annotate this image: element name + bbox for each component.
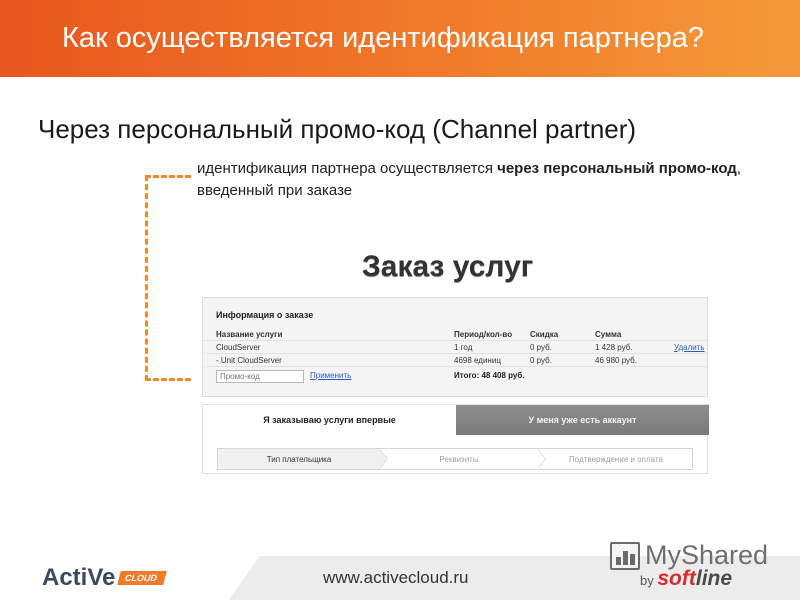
- order-heading: Заказ услуг: [362, 250, 534, 283]
- service-name: - Unit CloudServer: [216, 356, 282, 365]
- softline-line: line: [695, 567, 733, 590]
- order-info-title: Информация о заказе: [216, 310, 314, 320]
- column-header-name: Название услуги: [216, 330, 283, 339]
- logo-cloud-badge: CLOUD: [117, 571, 168, 585]
- apply-promo-link[interactable]: Применить: [310, 371, 351, 380]
- service-period: 1 год: [454, 343, 473, 352]
- slide-subtitle: Через персональный промо-код (Channel pa…: [38, 114, 637, 144]
- tab-existing-account[interactable]: У меня уже есть аккаунт: [456, 405, 709, 435]
- description: идентификация партнера осуществляется че…: [197, 158, 777, 202]
- step-arrow: [379, 449, 387, 469]
- order-total: Итого: 48 408 руб.: [454, 371, 525, 380]
- order-table: Название услуги Период/кол-во Скидка Сум…: [203, 328, 709, 367]
- table-row: CloudServer 1 год 0 руб. 1 428 руб. Удал…: [203, 341, 709, 354]
- softline-logo: by softline: [640, 567, 732, 591]
- footer-url: www.activecloud.ru: [323, 568, 469, 587]
- softline-by: by: [640, 573, 654, 588]
- service-sum: 46 980 руб.: [595, 356, 637, 365]
- activecloud-logo: ActiVe CLOUD: [42, 564, 168, 591]
- title-bar: Как осуществляется идентификация партнер…: [0, 0, 800, 77]
- dashed-bracket: [145, 175, 191, 381]
- service-period: 4698 единиц: [454, 356, 501, 365]
- column-header-sum: Сумма: [595, 330, 622, 339]
- service-sum: 1 428 руб.: [595, 343, 633, 352]
- order-info-panel: Информация о заказе Название услуги Пери…: [202, 297, 709, 397]
- service-discount: 0 руб.: [530, 343, 552, 352]
- promo-code-input[interactable]: [216, 370, 304, 383]
- step-arrow: [537, 449, 545, 469]
- description-bold: через персональный промо-код: [497, 160, 737, 177]
- table-header-row: Название услуги Период/кол-во Скидка Сум…: [203, 328, 709, 341]
- step-confirmation[interactable]: Подтверждение и оплата: [538, 449, 694, 469]
- slide-title: Как осуществляется идентификация партнер…: [62, 22, 705, 54]
- checkout-steps: Тип плательщика Реквизиты Подтверждение …: [217, 448, 693, 470]
- step-requisites[interactable]: Реквизиты: [380, 449, 538, 469]
- presentation-chart-icon: [610, 541, 640, 570]
- column-header-discount: Скидка: [530, 330, 559, 339]
- service-name: CloudServer: [216, 343, 261, 352]
- service-discount: 0 руб.: [530, 356, 552, 365]
- checkout-panel: Я заказываю услуги впервые У меня уже ес…: [202, 404, 709, 474]
- tab-new-customer[interactable]: Я заказываю услуги впервые: [203, 405, 456, 435]
- logo-active-text: ActiVe: [42, 564, 116, 591]
- step-payer-type[interactable]: Тип плательщика: [218, 449, 380, 469]
- column-header-period: Период/кол-во: [454, 330, 513, 339]
- softline-soft: soft: [657, 567, 696, 590]
- table-row: - Unit CloudServer 4698 единиц 0 руб. 46…: [203, 354, 709, 367]
- delete-link[interactable]: Удалить: [674, 343, 705, 352]
- description-part1: идентификация партнера осуществляется: [197, 160, 498, 177]
